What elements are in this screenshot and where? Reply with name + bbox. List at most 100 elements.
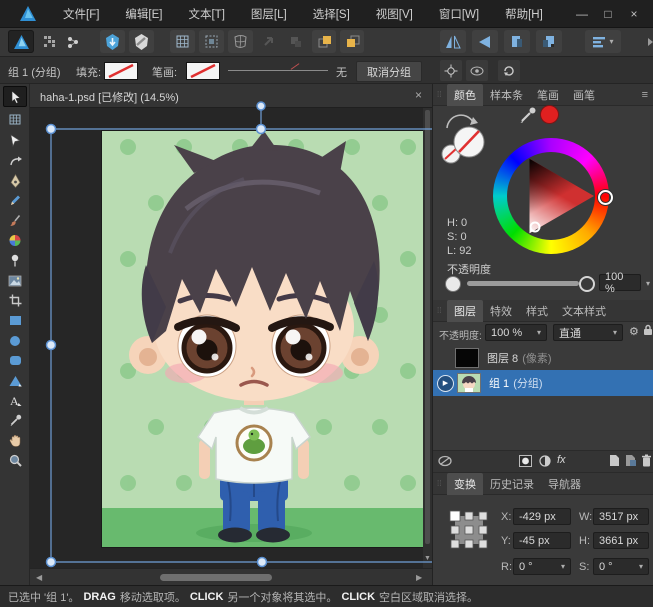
opacity-dropdown-icon[interactable]: ▾ [646, 279, 650, 288]
document-tab[interactable]: haha-1.psd [已修改] (14.5%) [40, 89, 179, 105]
rotation-field[interactable]: 0 °▾ [513, 558, 571, 575]
panel-menu-icon[interactable]: ≡ [642, 89, 648, 101]
place-image-tool[interactable] [3, 271, 27, 290]
artboard-tool[interactable] [3, 110, 27, 129]
tab-layers[interactable]: 图层 [447, 300, 483, 322]
tab-navigator[interactable]: 导航器 [541, 473, 588, 495]
edit-all-layers-icon[interactable] [438, 455, 452, 470]
ungroup-button[interactable]: 取消分组 [356, 61, 422, 82]
close-button[interactable]: × [621, 1, 647, 27]
node-tool[interactable] [3, 131, 27, 150]
new-layer-icon[interactable] [609, 454, 620, 470]
layer-thumbnail[interactable] [455, 348, 479, 368]
color-picker-tool[interactable] [3, 411, 27, 430]
adjustment-layer-icon[interactable] [539, 455, 551, 470]
new-pixel-layer-icon[interactable] [625, 454, 637, 470]
layer-row-group-selected[interactable]: ▶ 组 1 (分组) ✓ [433, 370, 653, 396]
shear-field[interactable]: 0 °▾ [593, 558, 649, 575]
panel-drag-handle[interactable]: ⁞⁞ [437, 481, 443, 486]
artwork-image[interactable] [102, 131, 423, 547]
transform-origin-icon[interactable] [440, 60, 462, 81]
vertical-scrollbar-thumb[interactable] [425, 110, 430, 544]
pen-tool[interactable] [3, 171, 27, 190]
menu-text[interactable]: 文本[T] [175, 6, 237, 22]
layer-row-pixel[interactable]: 图层 8 (像素) ✓ [433, 346, 653, 370]
layer-thumbnail[interactable] [457, 373, 481, 393]
move-forward-icon[interactable] [504, 30, 530, 53]
cycle-selection-box-icon[interactable] [498, 60, 520, 81]
blend-options-gear-icon[interactable]: ⚙ [629, 325, 639, 338]
tab-swatches[interactable]: 样本条 [483, 84, 530, 106]
insert-behind-icon[interactable] [340, 30, 364, 53]
tab-stroke[interactable]: 笔画 [530, 84, 566, 106]
triangle-shape-tool[interactable] [3, 371, 27, 390]
tab-brushes[interactable]: 画笔 [566, 84, 602, 106]
flip-vertical-icon[interactable] [472, 30, 498, 53]
tab-transform[interactable]: 变换 [447, 473, 483, 495]
opacity-color-dot[interactable] [445, 276, 461, 292]
mesh-warp-icon[interactable] [228, 30, 253, 53]
w-field[interactable]: 3517 px [593, 508, 649, 525]
picked-color-swatch[interactable] [541, 106, 558, 123]
move-backward-icon[interactable] [536, 30, 562, 53]
color-tool[interactable] [3, 231, 27, 250]
menu-help[interactable]: 帮助[H] [492, 6, 556, 22]
fill-stroke-selector[interactable] [439, 114, 491, 166]
fill-swatch-none[interactable] [104, 62, 138, 80]
minimize-button[interactable]: — [569, 1, 595, 27]
marquee-bounds-icon[interactable] [199, 30, 224, 53]
anchor-point-selector[interactable] [447, 508, 491, 555]
hue-selector[interactable] [598, 190, 613, 205]
tab-color[interactable]: 颜色 [447, 84, 483, 106]
scroll-right-icon[interactable]: ▶ [416, 573, 422, 582]
scroll-left-icon[interactable]: ◀ [36, 573, 42, 582]
layer-effects-fx-icon[interactable]: fx [557, 454, 566, 466]
menu-edit[interactable]: 编辑[E] [112, 6, 175, 22]
snap-grid-icon[interactable] [170, 30, 195, 53]
ellipse-tool[interactable] [3, 331, 27, 350]
alignment-dropdown[interactable]: ▾ [585, 30, 621, 53]
vector-crop-tool[interactable] [3, 291, 27, 310]
lock-icon[interactable] [643, 324, 653, 339]
horizontal-scrollbar-thumb[interactable] [160, 574, 272, 581]
mask-layer-icon[interactable] [519, 455, 532, 470]
canvas[interactable]: ▼ [30, 108, 432, 568]
designer-persona-button[interactable] [8, 30, 34, 53]
zoom-tool[interactable] [3, 451, 27, 470]
flip-horizontal-icon[interactable] [440, 30, 466, 53]
document-close-icon[interactable]: × [415, 88, 422, 102]
opacity-value-field[interactable]: 100 % [599, 274, 641, 291]
panel-drag-handle[interactable]: ⁞⁞ [437, 308, 443, 313]
expand-group-icon[interactable]: ▶ [437, 375, 454, 392]
artistic-text-tool[interactable]: A [3, 391, 27, 410]
pencil-tool[interactable] [3, 191, 27, 210]
vertical-scrollbar[interactable]: ▼ [423, 108, 432, 568]
scroll-down-icon[interactable]: ▼ [423, 555, 432, 562]
menu-file[interactable]: 文件[F] [50, 6, 112, 22]
liquify-persona-icon[interactable] [129, 30, 154, 53]
photo-persona-icon[interactable] [100, 30, 125, 53]
grid-dots-icon[interactable] [38, 30, 60, 53]
menu-select[interactable]: 选择[S] [300, 6, 363, 22]
menu-layer[interactable]: 图层[L] [238, 6, 300, 22]
opacity-slider-handle[interactable] [579, 276, 595, 292]
maximize-button[interactable]: □ [595, 1, 621, 27]
pan-tool[interactable] [3, 431, 27, 450]
nodes-share-icon[interactable] [62, 30, 84, 53]
tab-history[interactable]: 历史记录 [483, 473, 541, 495]
hide-selection-icon[interactable] [466, 60, 488, 81]
blend-mode-dropdown[interactable]: 直通 ▾ [553, 324, 623, 341]
saturation-lightness-triangle[interactable] [493, 138, 609, 254]
menu-view[interactable]: 视图[V] [363, 6, 426, 22]
gradient-tool[interactable] [3, 251, 27, 270]
y-field[interactable]: -45 px [513, 532, 571, 549]
rectangle-tool[interactable] [3, 311, 27, 330]
tab-styles[interactable]: 样式 [519, 300, 555, 322]
opacity-slider-track[interactable] [467, 281, 579, 286]
insert-inside-icon[interactable] [312, 30, 336, 53]
contour-tool[interactable] [3, 151, 27, 170]
rounded-rectangle-tool[interactable] [3, 351, 27, 370]
move-tool[interactable] [3, 86, 27, 107]
layers-opacity-dropdown[interactable]: 100 % ▾ [485, 324, 547, 341]
vector-brush-tool[interactable] [3, 211, 27, 230]
